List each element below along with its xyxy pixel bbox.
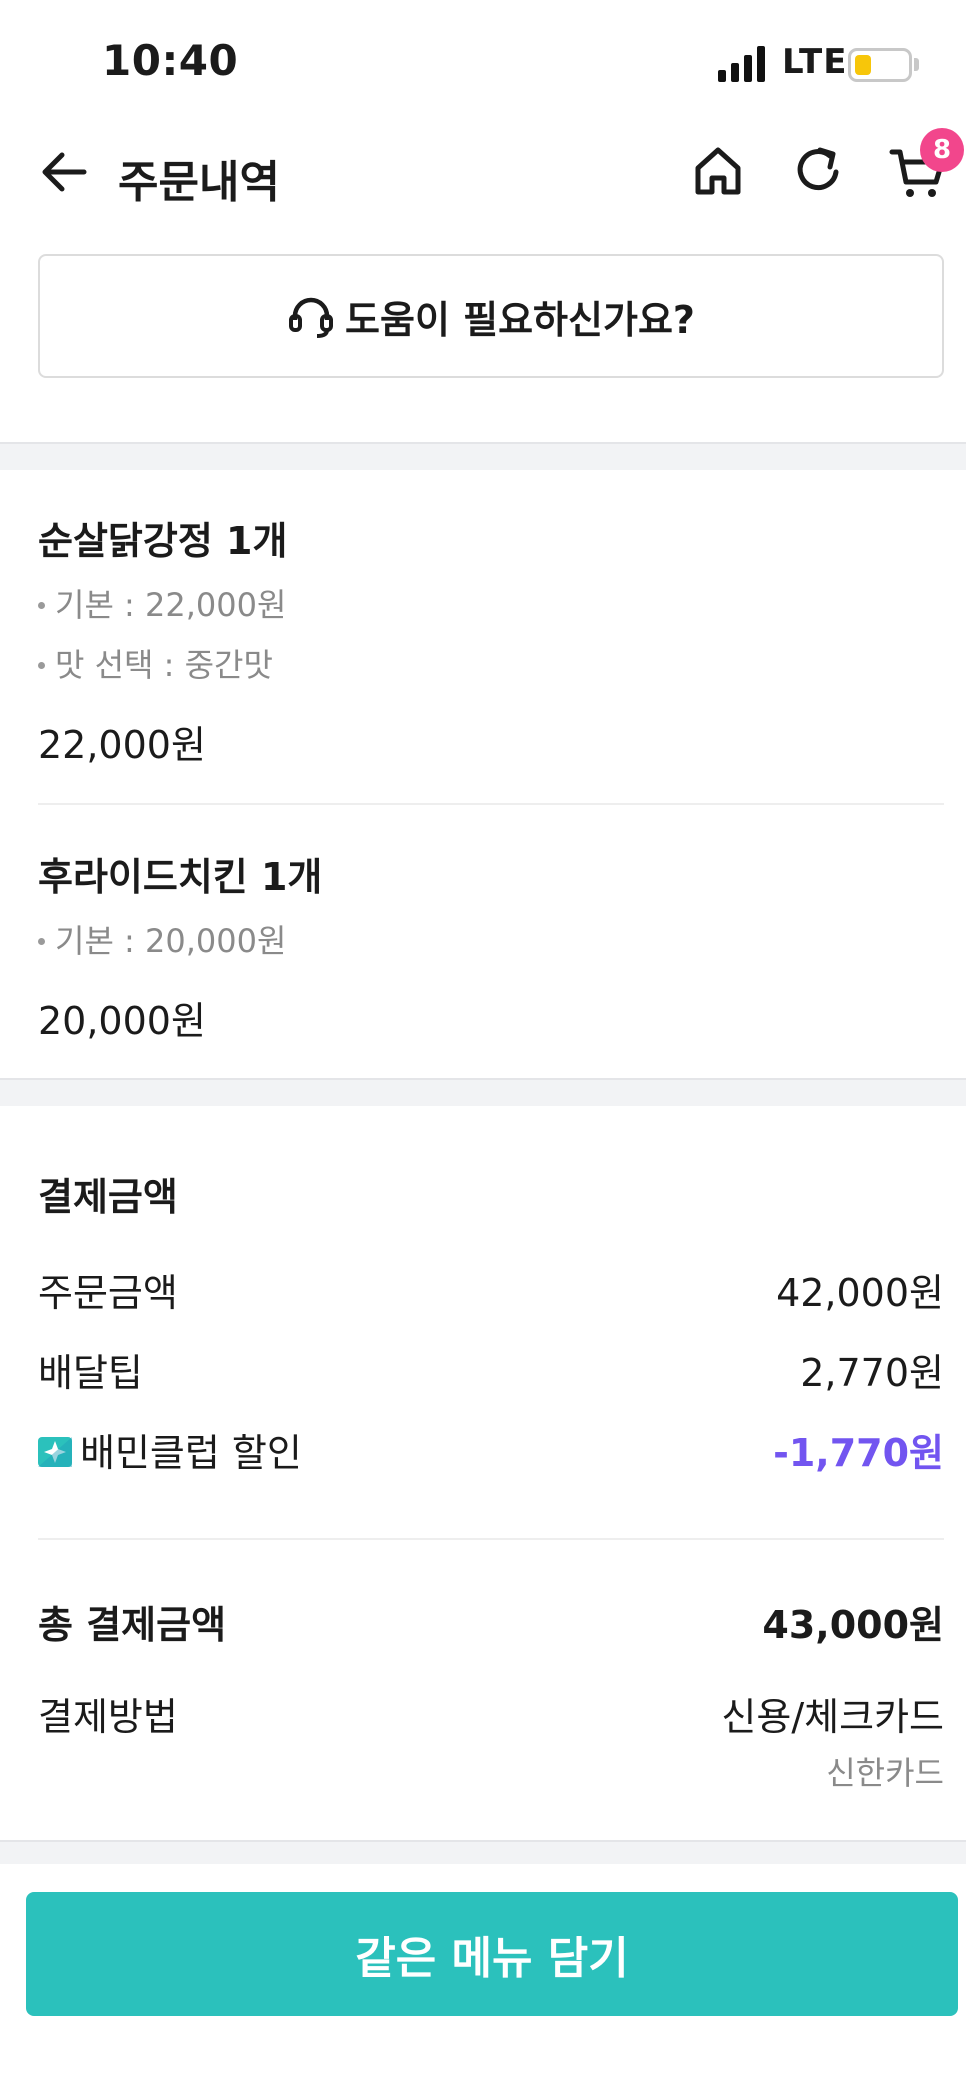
delivery-tip-row: 배달팁 2,770원 [38, 1342, 944, 1402]
order-item-price: 22,000원 [38, 723, 206, 767]
header: 주문내역 8 [0, 120, 966, 240]
refresh-icon[interactable] [790, 142, 846, 198]
network-label: LTE [782, 42, 848, 82]
order-amount-row: 주문금액 42,000원 [38, 1262, 944, 1322]
order-amount-label: 주문금액 [38, 1271, 178, 1315]
payment-method-value: 신용/체크카드 [721, 1695, 944, 1739]
bullet-icon [38, 937, 45, 945]
bullet-icon [38, 661, 45, 669]
bullet-icon [38, 601, 45, 609]
payment-method-row: 결제방법 신용/체크카드 [38, 1686, 944, 1746]
payment-separator [38, 1538, 944, 1540]
back-arrow-icon[interactable] [36, 144, 92, 200]
order-item-name: 후라이드치킨 1개 [38, 855, 323, 899]
section-divider [0, 1840, 966, 1864]
delivery-tip-label: 배달팁 [38, 1351, 143, 1395]
section-divider [0, 1078, 966, 1106]
order-item-option: 기본 : 22,000원 [38, 580, 286, 626]
payment-method-label: 결제방법 [38, 1695, 178, 1739]
headset-icon [289, 297, 334, 338]
club-discount-value: -1,770원 [773, 1431, 944, 1475]
signal-icon [718, 46, 765, 82]
status-time: 10:40 [102, 36, 239, 85]
help-label: 도움이 필요하신가요? [345, 297, 695, 342]
baemin-club-icon [38, 1436, 72, 1467]
club-discount-label-wrap: 배민클럽 할인 [38, 1422, 302, 1477]
battery-level [855, 55, 871, 75]
home-icon[interactable] [690, 142, 746, 198]
order-item-option: 기본 : 20,000원 [38, 916, 286, 962]
payment-section-title: 결제금액 [38, 1175, 178, 1219]
card-name: 신한카드 [826, 1754, 944, 1792]
club-discount-row: 배민클럽 할인 -1,770원 [38, 1422, 944, 1482]
order-detail-page: 10:40 LTE 주문내역 8 도움이 필요하신가요? 순살닭강정 1개 기본… [0, 0, 966, 2084]
order-item-option: 맛 선택 : 중간맛 [38, 640, 273, 686]
battery-icon [848, 48, 912, 82]
total-row: 총 결제금액 43,000원 [38, 1594, 944, 1654]
delivery-tip-value: 2,770원 [800, 1351, 944, 1395]
order-item-price: 20,000원 [38, 999, 206, 1043]
order-amount-value: 42,000원 [776, 1271, 944, 1315]
battery-cap [914, 58, 919, 71]
help-button[interactable]: 도움이 필요하신가요? [38, 254, 944, 378]
total-value: 43,000원 [762, 1603, 944, 1647]
section-divider [0, 442, 966, 470]
total-label: 총 결제금액 [38, 1603, 227, 1647]
item-separator [38, 803, 944, 805]
page-title: 주문내역 [118, 157, 280, 208]
add-same-menu-button[interactable]: 같은 메뉴 담기 [26, 1892, 958, 2016]
cart-count-badge: 8 [920, 128, 964, 172]
order-item-name: 순살닭강정 1개 [38, 519, 288, 563]
status-bar: 10:40 LTE [0, 0, 966, 120]
